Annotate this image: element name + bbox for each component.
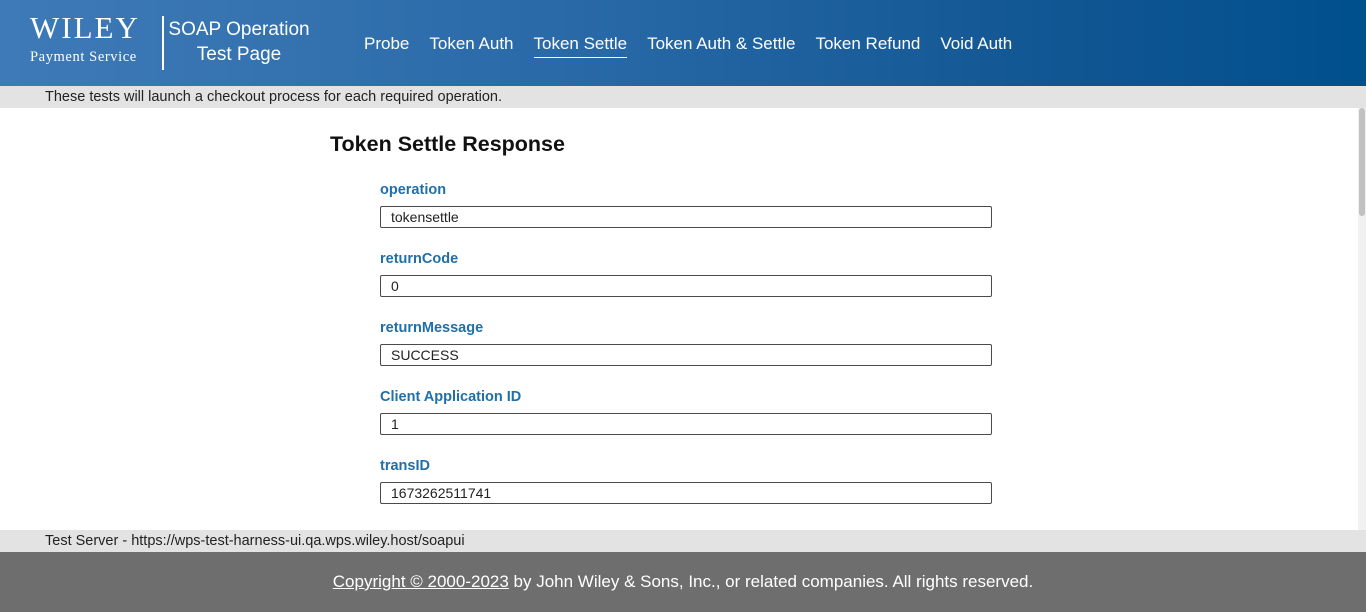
field-label: transID bbox=[380, 458, 430, 474]
wiley-logo[interactable]: WILEY Payment Service bbox=[30, 12, 152, 70]
nav-probe[interactable]: Probe bbox=[364, 34, 409, 58]
field-trans-id: transID 1673262511741 bbox=[380, 457, 992, 504]
field-return-message: returnMessage SUCCESS bbox=[380, 319, 992, 366]
copyright-text: by John Wiley & Sons, Inc., or related c… bbox=[508, 572, 1034, 591]
field-label: returnCode bbox=[380, 251, 459, 267]
field-label: Client Application ID bbox=[380, 389, 522, 405]
nav-token-auth[interactable]: Token Auth bbox=[429, 34, 513, 58]
client-application-id-field[interactable]: 1 bbox=[380, 413, 992, 435]
app-title-line-2: Test Page bbox=[196, 44, 282, 65]
main-content: Token Settle Response operation tokenset… bbox=[0, 108, 1358, 530]
field-client-application-id: Client Application ID 1 bbox=[380, 388, 992, 435]
info-banner: These tests will launch a checkout proce… bbox=[0, 86, 1366, 108]
nav-token-auth-settle[interactable]: Token Auth & Settle bbox=[647, 34, 795, 58]
field-operation: operation tokensettle bbox=[380, 181, 992, 228]
return-message-field[interactable]: SUCCESS bbox=[380, 344, 992, 366]
nav-token-settle[interactable]: Token Settle bbox=[533, 34, 628, 58]
field-label: returnMessage bbox=[380, 320, 484, 336]
trans-id-field[interactable]: 1673262511741 bbox=[380, 482, 992, 504]
app-title: SOAP Operation Test Page bbox=[168, 17, 310, 67]
nav-token-refund[interactable]: Token Refund bbox=[815, 34, 920, 58]
logo-wordmark: WILEY bbox=[30, 10, 140, 45]
nav-void-auth[interactable]: Void Auth bbox=[940, 34, 1012, 58]
copyright-link[interactable]: Copyright © 2000-2023 bbox=[333, 572, 509, 591]
main-nav: Probe Token Auth Token Settle Token Auth… bbox=[364, 34, 1032, 58]
scrollbar-thumb[interactable] bbox=[1359, 108, 1365, 216]
page-title: Token Settle Response bbox=[330, 132, 565, 156]
return-code-field[interactable]: 0 bbox=[380, 275, 992, 297]
field-label: operation bbox=[380, 182, 447, 198]
app-title-line-1: SOAP Operation bbox=[168, 19, 310, 40]
operation-field[interactable]: tokensettle bbox=[380, 206, 992, 228]
logo-divider bbox=[162, 16, 164, 70]
field-return-code: returnCode 0 bbox=[380, 250, 992, 297]
content-scrollbar[interactable] bbox=[1358, 108, 1366, 530]
header: WILEY Payment Service SOAP Operation Tes… bbox=[0, 0, 1366, 86]
page: WILEY Payment Service SOAP Operation Tes… bbox=[0, 0, 1366, 612]
logo-subtitle: Payment Service bbox=[30, 49, 137, 65]
footer: Copyright © 2000-2023 by John Wiley & So… bbox=[0, 552, 1366, 612]
server-info-bar: Test Server - https://wps-test-harness-u… bbox=[0, 530, 1366, 552]
